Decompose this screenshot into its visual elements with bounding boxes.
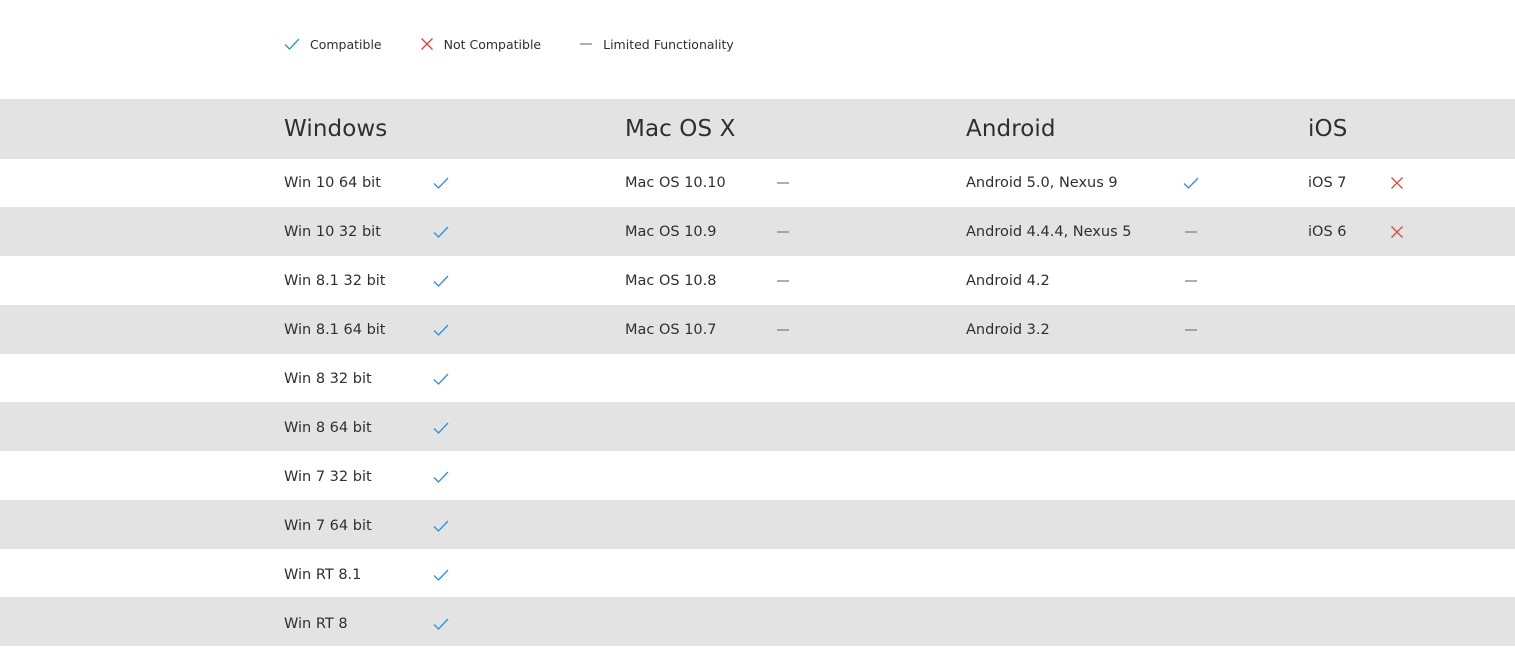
legend-item-limited: Limited Functionality (579, 37, 734, 52)
dash-icon (1182, 272, 1200, 290)
legend: Compatible Not Compatible Limited Functi… (284, 33, 772, 55)
table-row: iOS 7 (1308, 159, 1508, 208)
check-icon (284, 37, 300, 51)
column-title-windows: Windows (284, 116, 388, 142)
cross-icon (420, 37, 434, 51)
column-title-ios: iOS (1308, 116, 1348, 142)
table-row: Win 8 64 bit (284, 404, 604, 453)
row-stripe (0, 597, 1515, 646)
column-title-macos: Mac OS X (625, 116, 736, 142)
check-icon (432, 468, 450, 486)
legend-item-not-compatible: Not Compatible (420, 36, 542, 52)
table-row: Android 4.4.4, Nexus 5 (966, 208, 1286, 257)
platform-label: iOS 7 (1308, 175, 1347, 191)
table-row: Android 3.2 (966, 306, 1286, 355)
table-row: Mac OS 10.9 (625, 208, 945, 257)
platform-label: Mac OS 10.7 (625, 322, 717, 338)
platform-label: Win RT 8 (284, 616, 348, 632)
platform-label: Android 4.2 (966, 273, 1050, 289)
table-row: Mac OS 10.10 (625, 159, 945, 208)
platform-label: Android 4.4.4, Nexus 5 (966, 224, 1132, 240)
platform-label: Android 3.2 (966, 322, 1050, 338)
dash-icon (1182, 223, 1200, 241)
table-row: iOS 6 (1308, 208, 1508, 257)
check-icon (432, 615, 450, 633)
table-row: Win RT 8 (284, 600, 604, 649)
check-icon (432, 174, 450, 192)
legend-label-not-compatible: Not Compatible (443, 36, 542, 52)
rows-windows: Win 10 64 bit Win 10 32 bit Win 8.1 32 bit… (284, 159, 604, 649)
dash-icon (774, 321, 792, 339)
dash-icon (774, 174, 792, 192)
table-row: Win 10 32 bit (284, 208, 604, 257)
dash-icon (1182, 321, 1200, 339)
platform-label: Win 10 32 bit (284, 224, 381, 240)
legend-label-compatible: Compatible (310, 36, 382, 52)
column-title-android: Android (966, 116, 1056, 142)
platform-label: Win 7 64 bit (284, 518, 372, 534)
table-row: Android 5.0, Nexus 9 (966, 159, 1286, 208)
platform-label: Win 7 32 bit (284, 469, 372, 485)
column-ios: iOS iOS 7 iOS 6 (1308, 99, 1508, 257)
column-macos: Mac OS X Mac OS 10.10 Mac OS 10.9 Mac OS 1… (625, 99, 945, 355)
table-row: Win RT 8.1 (284, 551, 604, 600)
platform-label: Android 5.0, Nexus 9 (966, 175, 1118, 191)
check-icon (432, 370, 450, 388)
column-android: Android Android 5.0, Nexus 9 Android 4.4.… (966, 99, 1286, 355)
cross-icon (1388, 174, 1406, 192)
table-row: Win 8.1 64 bit (284, 306, 604, 355)
table-row: Win 10 64 bit (284, 159, 604, 208)
rows-ios: iOS 7 iOS 6 (1308, 159, 1508, 257)
check-icon (1182, 174, 1200, 192)
table-row: Android 4.2 (966, 257, 1286, 306)
platform-label: iOS 6 (1308, 224, 1347, 240)
cross-icon (1388, 223, 1406, 241)
rows-android: Android 5.0, Nexus 9 Android 4.4.4, Nexus… (966, 159, 1286, 355)
row-stripe (0, 500, 1515, 549)
legend-label-limited: Limited Functionality (603, 36, 734, 52)
platform-label: Win 10 64 bit (284, 175, 381, 191)
table-row: Win 7 32 bit (284, 453, 604, 502)
platform-label: Mac OS 10.10 (625, 175, 726, 191)
table-row: Win 8 32 bit (284, 355, 604, 404)
platform-label: Mac OS 10.9 (625, 224, 717, 240)
platform-label: Win 8 64 bit (284, 420, 372, 436)
legend-item-compatible: Compatible (284, 37, 382, 52)
table-row: Mac OS 10.7 (625, 306, 945, 355)
column-windows: Windows Win 10 64 bit Win 10 32 bit Win 8.… (284, 99, 604, 649)
table-row: Win 8.1 32 bit (284, 257, 604, 306)
table-row: Win 7 64 bit (284, 502, 604, 551)
check-icon (432, 223, 450, 241)
dash-icon (579, 37, 593, 51)
check-icon (432, 419, 450, 437)
check-icon (432, 272, 450, 290)
row-stripe (0, 402, 1515, 451)
platform-label: Win 8 32 bit (284, 371, 372, 387)
check-icon (432, 321, 450, 339)
table-row: Mac OS 10.8 (625, 257, 945, 306)
platform-label: Win 8.1 64 bit (284, 322, 386, 338)
platform-label: Win RT 8.1 (284, 567, 362, 583)
dash-icon (774, 272, 792, 290)
dash-icon (774, 223, 792, 241)
platform-label: Mac OS 10.8 (625, 273, 717, 289)
check-icon (432, 566, 450, 584)
platform-label: Win 8.1 32 bit (284, 273, 386, 289)
check-icon (432, 517, 450, 535)
rows-macos: Mac OS 10.10 Mac OS 10.9 Mac OS 10.8 Mac OS… (625, 159, 945, 355)
